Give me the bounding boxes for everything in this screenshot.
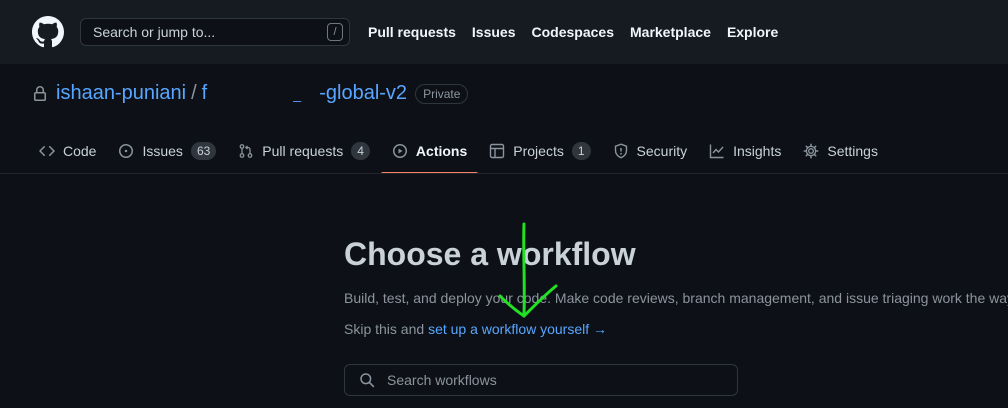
arrow-right-icon: →	[593, 321, 608, 337]
repo-tabs: Code Issues 63 Pull requests 4 Actions P…	[28, 128, 889, 174]
tab-actions-label: Actions	[415, 143, 468, 159]
nav-pull-requests[interactable]: Pull requests	[368, 24, 456, 40]
play-icon	[392, 144, 407, 158]
git-pull-request-icon	[239, 144, 253, 158]
page-description: Build, test, and deploy your code. Make …	[344, 290, 1008, 306]
tab-issues[interactable]: Issues 63	[107, 128, 227, 174]
choose-workflow-section: Choose a workflow Build, test, and deplo…	[344, 174, 1008, 408]
graph-icon	[709, 144, 724, 159]
tab-insights-label: Insights	[733, 143, 782, 159]
nav-marketplace[interactable]: Marketplace	[630, 24, 711, 40]
global-nav: Pull requests Issues Codespaces Marketpl…	[368, 0, 794, 64]
issue-opened-icon	[119, 144, 134, 158]
search-icon	[360, 373, 375, 388]
setup-workflow-link-label: set up a workflow yourself	[428, 321, 590, 337]
tab-pull-requests-label: Pull requests	[262, 143, 344, 159]
shield-icon	[614, 143, 627, 159]
table-icon	[490, 143, 505, 159]
global-header: Search or jump to... / Pull requests Iss…	[0, 0, 1008, 64]
tab-settings-label: Settings	[827, 143, 878, 159]
global-search-input[interactable]: Search or jump to... /	[80, 18, 350, 46]
tab-projects-label: Projects	[513, 143, 564, 159]
setup-workflow-yourself-link[interactable]: set up a workflow yourself →	[428, 321, 607, 337]
workflow-search-field[interactable]	[344, 364, 738, 396]
repo-title: ishaan-puniani / f _ -global-v2 Private	[32, 82, 469, 105]
repo-header: ishaan-puniani / f _ -global-v2 Private Co…	[0, 64, 1008, 174]
gear-icon	[803, 143, 819, 159]
page-title: Choose a workflow	[344, 236, 636, 272]
tab-security[interactable]: Security	[602, 128, 699, 174]
tab-security-label: Security	[636, 143, 688, 159]
tab-code[interactable]: Code	[28, 128, 107, 174]
repo-name-redacted: _	[207, 82, 319, 105]
tab-issues-label: Issues	[142, 143, 183, 159]
tab-settings[interactable]: Settings	[792, 128, 889, 174]
nav-explore[interactable]: Explore	[727, 24, 778, 40]
tab-projects[interactable]: Projects 1	[478, 128, 601, 174]
lock-icon	[34, 85, 46, 101]
tab-issues-count: 63	[190, 142, 217, 160]
tab-insights[interactable]: Insights	[698, 128, 792, 174]
repo-name-link[interactable]: f _ -global-v2	[202, 82, 407, 105]
code-icon	[39, 145, 55, 157]
github-mark-icon[interactable]	[32, 16, 64, 48]
tab-pull-requests-count: 4	[351, 142, 370, 160]
nav-codespaces[interactable]: Codespaces	[532, 24, 614, 40]
skip-line: Skip this and set up a workflow yourself…	[344, 321, 607, 337]
tab-projects-count: 1	[571, 142, 591, 160]
repo-name-mark: _	[293, 86, 302, 102]
skip-prefix: Skip this and	[344, 321, 429, 337]
repo-owner-link[interactable]: ishaan-puniani	[56, 82, 186, 105]
nav-issues[interactable]: Issues	[472, 24, 516, 40]
search-shortcut-key: /	[327, 23, 343, 41]
private-badge: Private	[415, 83, 469, 104]
tab-code-label: Code	[63, 143, 97, 159]
repo-name-end: -global-v2	[319, 82, 408, 104]
tab-pull-requests[interactable]: Pull requests 4	[227, 128, 381, 174]
tab-actions[interactable]: Actions	[380, 128, 479, 174]
workflow-search-input[interactable]	[385, 371, 729, 389]
global-search-placeholder: Search or jump to...	[93, 24, 216, 40]
repo-separator: /	[191, 82, 197, 104]
